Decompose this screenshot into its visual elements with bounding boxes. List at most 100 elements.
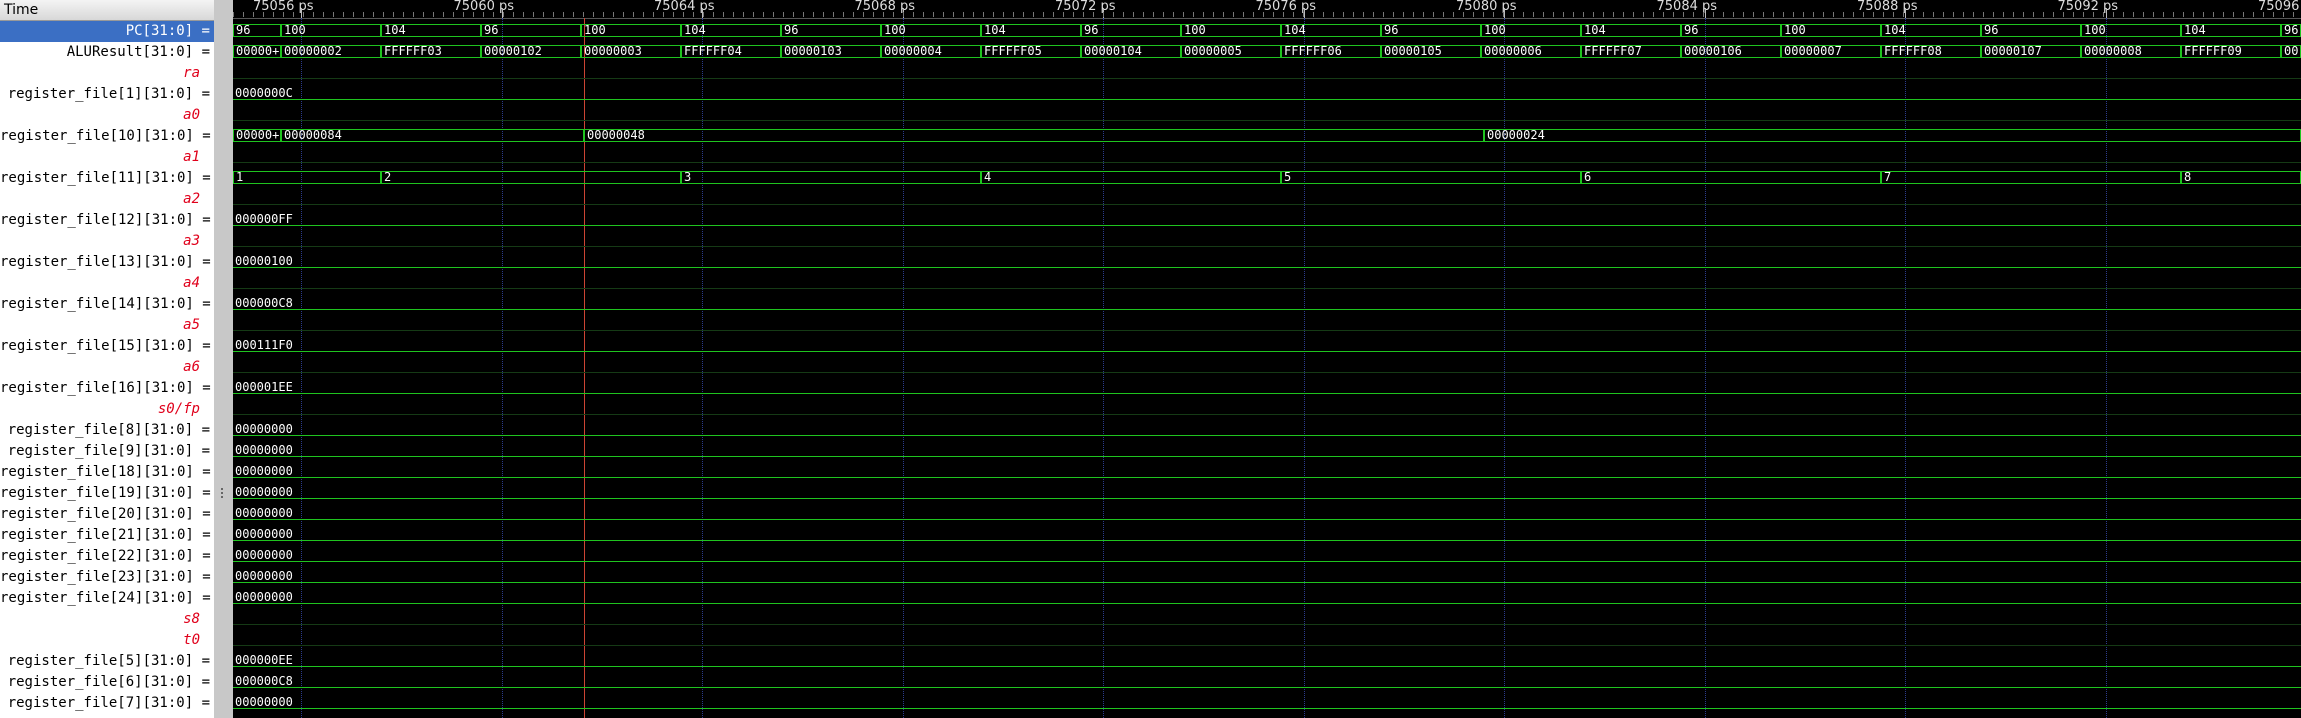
bus-value-segment[interactable]: 104 xyxy=(681,24,781,37)
signal-name[interactable]: register_file[9][31:0] = xyxy=(0,441,214,462)
bus-value-segment[interactable]: 00000003 xyxy=(581,45,681,58)
waveform-row[interactable]: 00000000 xyxy=(233,483,2301,504)
signal-alias-label[interactable]: s8 xyxy=(0,609,214,630)
waveform-row[interactable]: 00000100 xyxy=(233,252,2301,273)
pane-splitter-handle[interactable] xyxy=(221,488,226,498)
bus-value-segment[interactable]: 00000+ xyxy=(233,129,281,142)
bus-value-segment[interactable]: 7 xyxy=(1881,171,2181,184)
signal-name[interactable]: register_file[1][31:0] = xyxy=(0,84,214,105)
waveform-row[interactable]: 12345678 xyxy=(233,168,2301,189)
bus-value-segment[interactable]: 00000102 xyxy=(481,45,581,58)
signal-alias-label[interactable]: t0 xyxy=(0,630,214,651)
bus-value-segment[interactable]: 6 xyxy=(1581,171,1881,184)
signal-name[interactable]: register_file[24][31:0] = xyxy=(0,588,214,609)
bus-value-segment[interactable]: 00000007 xyxy=(1781,45,1881,58)
bus-value-segment[interactable]: 00000104 xyxy=(1081,45,1181,58)
signal-name[interactable]: register_file[11][31:0] = xyxy=(0,168,214,189)
waveform-row[interactable] xyxy=(233,357,2301,378)
signal-name[interactable]: register_file[8][31:0] = xyxy=(0,420,214,441)
bus-value-segment[interactable]: 100 xyxy=(281,24,381,37)
signal-name[interactable]: register_file[20][31:0] = xyxy=(0,504,214,525)
waveform-row[interactable]: 00000000 xyxy=(233,567,2301,588)
signal-name[interactable]: register_file[7][31:0] = xyxy=(0,693,214,714)
waveform-row[interactable] xyxy=(233,189,2301,210)
bus-value-segment[interactable]: 00000105 xyxy=(1381,45,1481,58)
waveform-row[interactable] xyxy=(233,609,2301,630)
bus-value-segment[interactable]: 96 xyxy=(481,24,581,37)
signal-alias-label[interactable]: a5 xyxy=(0,315,214,336)
signal-alias-label[interactable]: a2 xyxy=(0,189,214,210)
waveform-row[interactable]: 00000+ 00000084 00000048 00000024 xyxy=(233,126,2301,147)
bus-value-segment[interactable]: 00000103 xyxy=(781,45,881,58)
bus-value-segment[interactable]: 4 xyxy=(981,171,1281,184)
bus-value-segment[interactable]: 104 xyxy=(381,24,481,37)
bus-value-segment[interactable]: 104 xyxy=(2181,24,2281,37)
bus-value-segment[interactable]: 00000106 xyxy=(1681,45,1781,58)
signal-alias-label[interactable]: a0 xyxy=(0,105,214,126)
bus-value-segment[interactable]: 00000008 xyxy=(2081,45,2181,58)
waveform-row[interactable]: 00000000 xyxy=(233,462,2301,483)
waveform-row[interactable]: 000000FF xyxy=(233,210,2301,231)
bus-value-segment[interactable]: FFFFFF04 xyxy=(681,45,781,58)
bus-value-segment[interactable]: FFFFFF03 xyxy=(381,45,481,58)
waveform-row[interactable]: 00000000 xyxy=(233,525,2301,546)
signal-name[interactable]: register_file[13][31:0] = xyxy=(0,252,214,273)
signal-name[interactable]: register_file[21][31:0] = xyxy=(0,525,214,546)
signal-name[interactable]: register_file[6][31:0] = xyxy=(0,672,214,693)
bus-value-segment[interactable]: FFFFFF09 xyxy=(2181,45,2281,58)
bus-value-segment[interactable]: 104 xyxy=(1881,24,1981,37)
signal-alias-label[interactable]: a3 xyxy=(0,231,214,252)
signal-name[interactable]: register_file[19][31:0] = xyxy=(0,483,214,504)
waveform-row[interactable]: 00000000 xyxy=(233,588,2301,609)
waveform-row[interactable]: 000001EE xyxy=(233,378,2301,399)
bus-value-segment[interactable]: 96 xyxy=(1981,24,2081,37)
bus-value-segment[interactable]: FFFFFF06 xyxy=(1281,45,1381,58)
waveform-row[interactable]: 000000C8 xyxy=(233,294,2301,315)
waveform-row[interactable] xyxy=(233,147,2301,168)
signal-name[interactable]: register_file[12][31:0] = xyxy=(0,210,214,231)
waveform-row[interactable]: 00000000 xyxy=(233,693,2301,714)
waveform-row[interactable] xyxy=(233,630,2301,651)
signal-name[interactable]: register_file[16][31:0] = xyxy=(0,378,214,399)
bus-value-segment[interactable]: 5 xyxy=(1281,171,1581,184)
bus-value-segment[interactable]: 104 xyxy=(1581,24,1681,37)
bus-value-segment[interactable]: 00 xyxy=(2281,45,2301,58)
bus-value-segment[interactable]: 96 xyxy=(2281,24,2301,37)
waveform-row[interactable]: 00000+ 00000002 FFFFFF03 00000102 00000003 FF… xyxy=(233,42,2301,63)
bus-value-segment[interactable]: 00000107 xyxy=(1981,45,2081,58)
signal-alias-label[interactable]: a4 xyxy=(0,273,214,294)
waveform-row[interactable] xyxy=(233,399,2301,420)
waveform-row[interactable] xyxy=(233,273,2301,294)
signal-name[interactable]: register_file[10][31:0] = xyxy=(0,126,214,147)
signal-name[interactable]: register_file[14][31:0] = xyxy=(0,294,214,315)
bus-value-segment[interactable]: 00000004 xyxy=(881,45,981,58)
bus-value-segment[interactable]: 00000084 xyxy=(281,129,584,142)
signal-alias-label[interactable]: s0/fp xyxy=(0,399,214,420)
bus-value-segment[interactable]: FFFFFF08 xyxy=(1881,45,1981,58)
bus-value-segment[interactable]: 00000002 xyxy=(281,45,381,58)
bus-value-segment[interactable]: 96 xyxy=(1681,24,1781,37)
bus-value-segment[interactable]: 100 xyxy=(1181,24,1281,37)
waveform-row[interactable] xyxy=(233,63,2301,84)
bus-value-segment[interactable]: 96 xyxy=(233,24,281,37)
bus-value-segment[interactable]: 00000024 xyxy=(1484,129,2301,142)
waveform-row[interactable]: 96 100 104 96 100 104 96 100 104 96 100 104 96 100 104… xyxy=(233,21,2301,42)
waveform-row[interactable] xyxy=(233,105,2301,126)
waveform-row[interactable]: 000000C8 xyxy=(233,672,2301,693)
waveform-row[interactable]: 00000000 xyxy=(233,441,2301,462)
time-ruler[interactable]: 75056 ps 75060 ps 75064 ps 75068 ps 75072 ps… xyxy=(233,0,2301,19)
signal-name[interactable]: register_file[5][31:0] = xyxy=(0,651,214,672)
bus-value-segment[interactable]: 8 xyxy=(2181,171,2301,184)
bus-value-segment[interactable]: 104 xyxy=(981,24,1081,37)
bus-value-segment[interactable]: 96 xyxy=(1381,24,1481,37)
bus-value-segment[interactable]: 00000+ xyxy=(233,45,281,58)
signal-name[interactable]: register_file[22][31:0] = xyxy=(0,546,214,567)
waveform-row[interactable]: 000000EE xyxy=(233,651,2301,672)
bus-value-segment[interactable]: 96 xyxy=(781,24,881,37)
bus-value-segment[interactable]: 00000006 xyxy=(1481,45,1581,58)
bus-value-segment[interactable]: 1 xyxy=(233,171,381,184)
signal-name[interactable]: ALUResult[31:0] = xyxy=(0,42,214,63)
waveform-row[interactable] xyxy=(233,315,2301,336)
signal-name[interactable]: register_file[15][31:0] = xyxy=(0,336,214,357)
waveform-row[interactable] xyxy=(233,231,2301,252)
